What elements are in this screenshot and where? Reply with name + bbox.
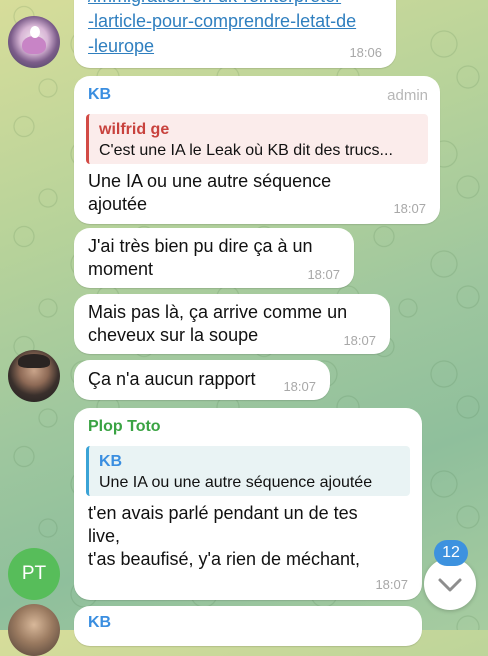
message-line: cheveux sur la soupe	[88, 325, 259, 345]
admin-badge: admin	[387, 87, 428, 104]
sender-name[interactable]: Plop Toto	[88, 418, 161, 436]
message-text: Mais pas là, ça arrive comme un cheveux …	[88, 301, 347, 347]
message-bubble[interactable]: /immigration-en-uk-reinterpreter -lartic…	[74, 0, 396, 68]
sender-name[interactable]: KB	[88, 614, 111, 632]
user-avatar[interactable]	[8, 350, 60, 402]
sender-name[interactable]: KB	[88, 86, 111, 104]
message-time: 18:07	[375, 577, 408, 592]
reply-preview[interactable]: KB Une IA ou une autre séquence ajoutée	[86, 446, 410, 496]
message-time: 18:07	[307, 267, 340, 282]
message-text: t'en avais parlé pendant un de tes live,…	[88, 502, 360, 571]
message-bubble[interactable]: KB admin wilfrid ge C'est une IA le Leak…	[74, 76, 440, 224]
message-link[interactable]: -leurope	[88, 34, 356, 59]
user-avatar[interactable]	[8, 604, 60, 656]
message-line: Une IA ou une autre séquence	[88, 171, 332, 191]
unread-count-badge: 12	[434, 540, 468, 566]
message-line: live,	[88, 526, 121, 546]
user-avatar[interactable]	[8, 16, 60, 68]
message-text: Ça n'a aucun rapport	[88, 369, 256, 389]
message-bubble[interactable]: Mais pas là, ça arrive comme un cheveux …	[74, 294, 390, 354]
message-line: t'en avais parlé pendant un de tes	[88, 503, 358, 523]
message-bubble[interactable]: Plop Toto KB Une IA ou une autre séquenc…	[74, 408, 422, 600]
message-time: 18:07	[283, 379, 316, 394]
message-line: ajoutée	[88, 194, 148, 214]
reply-sender-name: wilfrid ge	[99, 121, 170, 138]
message-line: moment	[88, 259, 154, 279]
message-line: Mais pas là, ça arrive comme un	[88, 302, 348, 322]
message-line: J'ai très bien pu dire ça à un	[88, 236, 313, 256]
message-bubble[interactable]: KB	[74, 606, 422, 646]
message-time: 18:07	[343, 333, 376, 348]
message-text: Une IA ou une autre séquence ajoutée	[88, 170, 331, 216]
message-time: 18:07	[393, 201, 426, 216]
message-text: J'ai très bien pu dire ça à un moment	[88, 235, 313, 281]
reply-text: Une IA ou une autre séquence ajoutée	[99, 474, 373, 491]
reply-preview[interactable]: wilfrid ge C'est une IA le Leak où KB di…	[86, 114, 428, 164]
user-avatar[interactable]: PT	[8, 548, 60, 600]
message-time: 18:06	[349, 45, 382, 60]
avatar-initials: PT	[21, 563, 47, 584]
reply-sender-name: KB	[99, 453, 123, 470]
reply-text: C'est une IA le Leak où KB dit des trucs…	[99, 142, 393, 159]
message-line: t'as beaufisé, y'a rien de méchant,	[88, 549, 361, 569]
message-link[interactable]: -larticle-pour-comprendre-letat-de	[88, 9, 356, 34]
message-link[interactable]: /immigration-en-uk-reinterpreter	[88, 0, 356, 9]
message-bubble[interactable]: Ça n'a aucun rapport 18:07	[74, 360, 330, 400]
message-bubble[interactable]: J'ai très bien pu dire ça à un moment 18…	[74, 228, 354, 288]
